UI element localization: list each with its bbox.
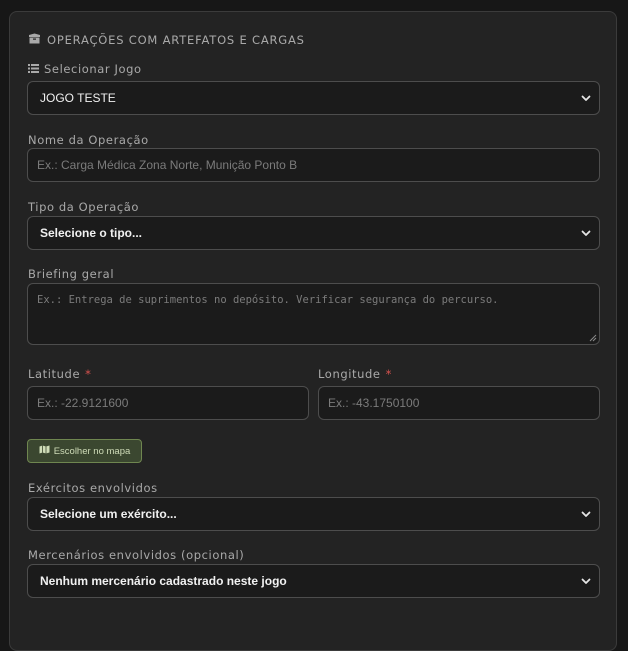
operation-name-placeholder: Ex.: Carga Médica Zona Norte, Munição Po… [37,158,298,172]
operation-name-label-text: Nome da Operação [28,133,149,147]
operation-type-select[interactable]: Selecione o tipo... [27,216,600,250]
game-label-text: Selecionar Jogo [44,62,142,76]
mercenaries-label: Mercenários envolvidos (opcional) [28,548,244,562]
game-select[interactable]: JOGO TESTE [27,81,600,115]
choose-on-map-label: Escolher no mapa [53,445,131,457]
briefing-placeholder: Ex.: Entrega de suprimentos no depósito.… [37,294,499,306]
latitude-label: Latitude * [28,367,92,381]
armies-label: Exércitos envolvidos [28,481,158,495]
mercenaries-select-value: Nenhum mercenário cadastrado neste jogo [40,574,287,588]
game-select-value: JOGO TESTE [40,91,116,105]
chevron-down-icon [581,230,591,236]
box-icon [28,33,41,47]
longitude-label: Longitude * [318,367,392,381]
resize-handle-icon[interactable] [589,334,597,342]
armies-select[interactable]: Selecione um exército... [27,497,600,531]
map-icon [39,445,50,457]
chevron-down-icon [581,578,591,584]
armies-select-value: Selecione um exército... [40,507,177,521]
section-title-text: OPERAÇÕES COM ARTEFATOS E CARGAS [47,33,305,47]
chevron-down-icon [581,511,591,517]
latitude-label-text: Latitude [28,367,81,381]
choose-on-map-button[interactable]: Escolher no mapa [27,439,142,463]
mercenaries-label-text: Mercenários envolvidos (opcional) [28,548,245,562]
longitude-label-text: Longitude [318,367,381,381]
briefing-label-text: Briefing geral [28,267,115,281]
latitude-input[interactable]: Ex.: -22.9121600 [27,386,309,420]
briefing-textarea[interactable]: Ex.: Entrega de suprimentos no depósito.… [27,283,600,345]
operations-panel: OPERAÇÕES COM ARTEFATOS E CARGAS Selecio… [9,11,617,651]
longitude-input[interactable]: Ex.: -43.1750100 [318,386,600,420]
required-mark: * [385,367,392,381]
operation-type-value: Selecione o tipo... [40,226,143,240]
mercenaries-select[interactable]: Nenhum mercenário cadastrado neste jogo [27,564,600,598]
operation-type-label-text: Tipo da Operação [28,200,140,214]
chevron-down-icon [581,95,591,101]
operation-name-label: Nome da Operação [28,133,149,147]
briefing-label: Briefing geral [28,267,114,281]
required-mark: * [85,367,92,381]
longitude-placeholder: Ex.: -43.1750100 [328,396,420,410]
armies-label-text: Exércitos envolvidos [28,481,158,495]
operation-name-input[interactable]: Ex.: Carga Médica Zona Norte, Munição Po… [27,148,600,182]
operation-type-label: Tipo da Operação [28,200,139,214]
latitude-placeholder: Ex.: -22.9121600 [37,396,129,410]
game-label: Selecionar Jogo [28,62,142,76]
list-icon [28,62,39,76]
section-title: OPERAÇÕES COM ARTEFATOS E CARGAS [28,33,305,47]
